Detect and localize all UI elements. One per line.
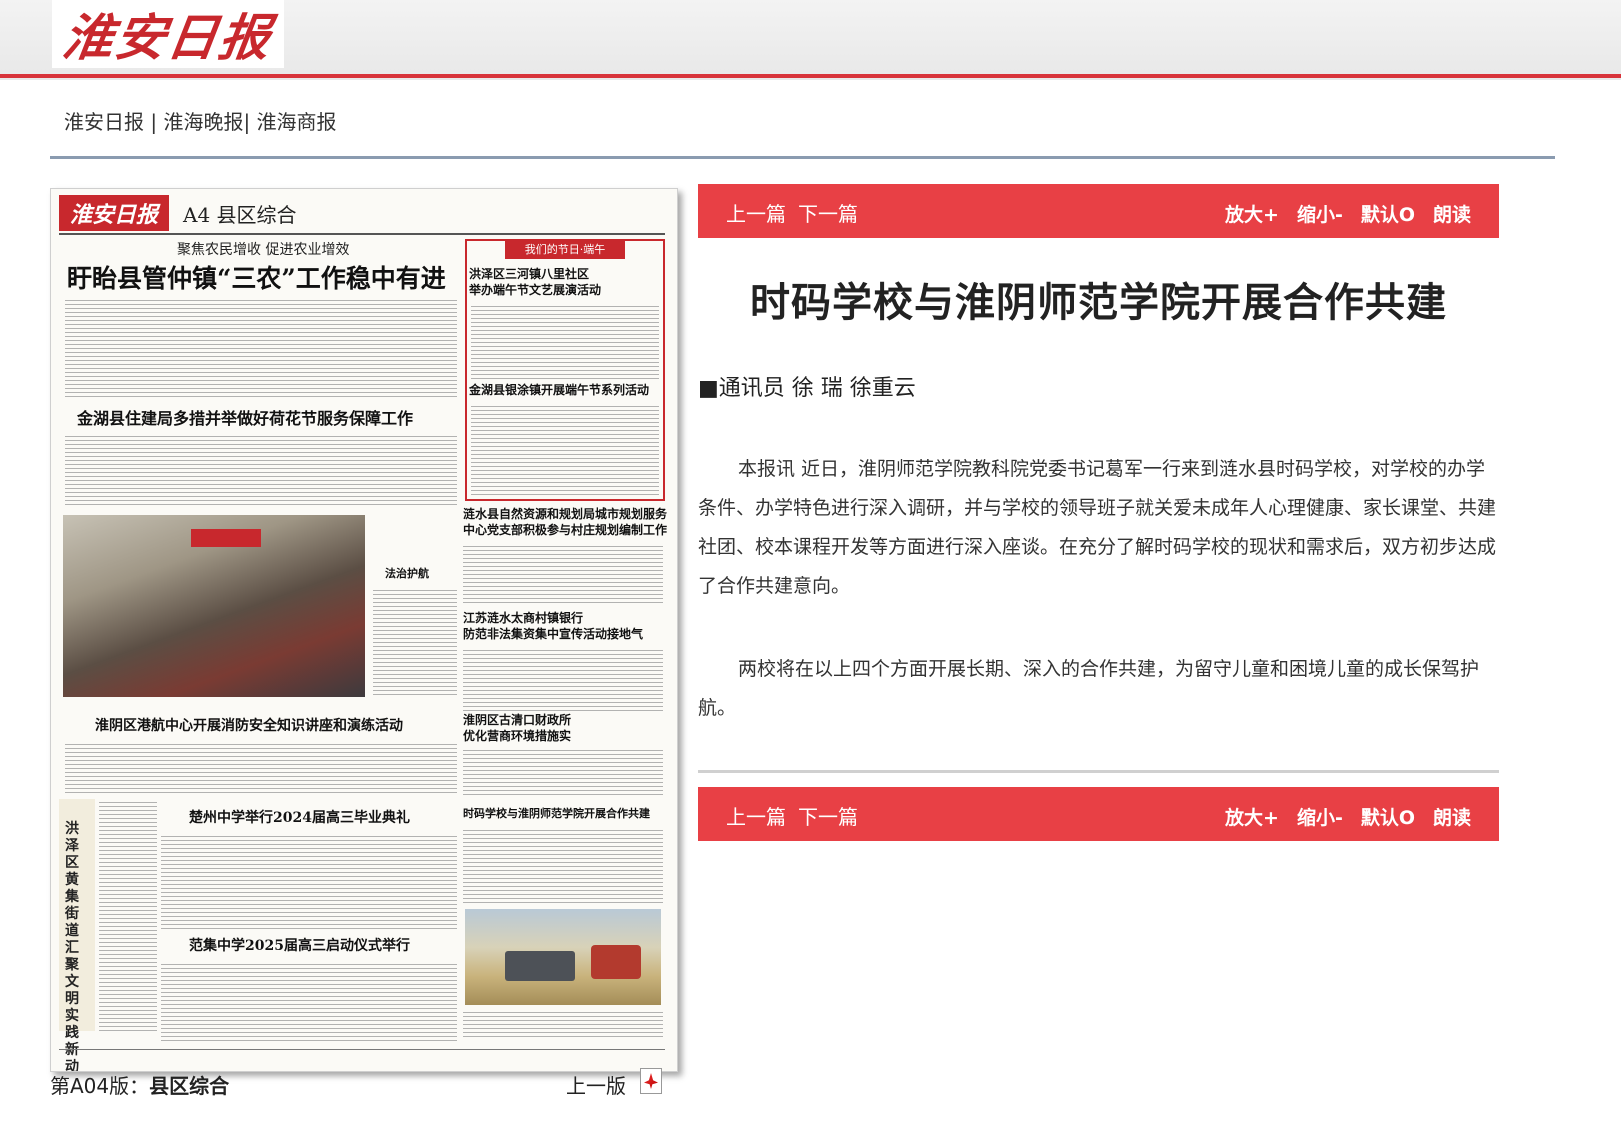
- paper-text-block: [161, 833, 457, 929]
- paper-text-block: [65, 741, 457, 793]
- default-size-button[interactable]: 默认O: [1361, 807, 1415, 829]
- article-byline: ■通讯员 徐 瑞 徐重云: [698, 376, 916, 401]
- edition-label: 第A04版：: [50, 1074, 150, 1098]
- next-article-button[interactable]: 下一篇: [798, 202, 858, 226]
- paper-text-block: [65, 433, 457, 507]
- edition-info: 第A04版：县区综合: [50, 1070, 229, 1099]
- paper-nav: 淮安日报 | 淮海晚报| 淮海商报: [64, 106, 337, 135]
- prev-article-button[interactable]: 上一篇: [726, 805, 786, 829]
- article-divider: [698, 770, 1499, 773]
- header-red-rule: [0, 74, 1621, 78]
- prev-article-button[interactable]: 上一篇: [726, 202, 786, 226]
- paper-text-block: [99, 799, 157, 1031]
- paper-lead-headline[interactable]: 盱眙县管仲镇“三农”工作稳中有进: [67, 259, 446, 295]
- paper-text-block: [471, 403, 659, 495]
- paper-text-block: [373, 587, 457, 695]
- vertical-headline[interactable]: 洪泽区黄集街道汇聚文明实践新动能: [65, 821, 85, 1071]
- zoom-out-button[interactable]: 缩小-: [1297, 807, 1343, 829]
- nav-link-huaian-daily[interactable]: 淮安日报: [64, 110, 144, 134]
- article-pager: 上一篇 下一篇: [726, 801, 870, 830]
- paper-headline[interactable]: 淮阴区古清口财政所: [463, 711, 571, 728]
- reading-tools: 放大+ 缩小- 默认O 朗读: [1207, 803, 1471, 830]
- nav-separator: |: [144, 110, 164, 134]
- classroom-photo: [63, 515, 365, 697]
- edition-name: 县区综合: [149, 1074, 230, 1098]
- farm-tractor-photo: [465, 909, 661, 1005]
- tractor-shape: [591, 945, 641, 979]
- read-aloud-button[interactable]: 朗读: [1433, 807, 1471, 829]
- next-article-button[interactable]: 下一篇: [798, 805, 858, 829]
- paper-text-block: [463, 647, 663, 713]
- article-toolbar-top: 上一篇 下一篇 放大+ 缩小- 默认O 朗读: [698, 184, 1499, 238]
- paper-headline[interactable]: 楚州中学举行2024届高三毕业典礼: [189, 807, 410, 827]
- paper-headline[interactable]: 范集中学2025届高三启动仪式举行: [189, 935, 410, 955]
- paper-headline[interactable]: 时码学校与淮阴师范学院开展合作共建: [463, 805, 650, 821]
- paper-headline[interactable]: 优化营商环境措施实: [463, 727, 571, 744]
- zoom-out-button[interactable]: 缩小-: [1297, 204, 1343, 226]
- logo-text: 淮安日报: [59, 8, 276, 67]
- site-logo[interactable]: 淮安日报: [52, 0, 284, 68]
- paper-text-block: [463, 827, 663, 905]
- article-paragraph: 两校将在以上四个方面开展长期、深入的合作共建，为留守儿童和困境儿童的成长保驾护航…: [698, 658, 1480, 719]
- baler-shape: [505, 951, 575, 981]
- nav-link-huaihai-evening[interactable]: 淮海晚报: [163, 110, 243, 134]
- paper-headline[interactable]: 江苏涟水太商村镇银行: [463, 609, 583, 626]
- paper-text-block: [463, 747, 663, 797]
- reading-tools: 放大+ 缩小- 默认O 朗读: [1207, 200, 1471, 227]
- paper-text-block: [471, 303, 659, 379]
- paper-text-block: [463, 1009, 663, 1039]
- prev-page-link[interactable]: 上一版: [566, 1070, 626, 1099]
- paper-kicker: 聚焦农民增收 促进农业增效: [177, 242, 350, 258]
- paper-footer-rule: [59, 1049, 665, 1050]
- paper-headline[interactable]: 防范非法集资集中宣传活动接地气: [463, 625, 643, 642]
- article-pager: 上一篇 下一篇: [726, 198, 870, 227]
- article-title: 时码学校与淮阴师范学院开展合作共建: [750, 280, 1447, 326]
- zoom-in-button[interactable]: 放大+: [1225, 204, 1279, 226]
- pdf-icon[interactable]: [640, 1068, 662, 1094]
- nav-divider: [50, 156, 1555, 159]
- paper-text-block: [65, 297, 457, 397]
- paper-headline[interactable]: 举办端午节文艺展演活动: [469, 281, 601, 298]
- photo-banner: [191, 529, 261, 547]
- paper-top-rule: [59, 233, 665, 235]
- site-header: 淮安日报: [0, 0, 1621, 80]
- paper-masthead: 淮安日报: [59, 195, 169, 231]
- paper-section-title: A4 县区综合: [183, 203, 297, 227]
- paper-headline[interactable]: 涟水县自然资源和规划局城市规划服务: [463, 505, 667, 522]
- nav-link-huaihai-business[interactable]: 淮海商报: [257, 110, 337, 134]
- newspaper-page-image[interactable]: 淮安日报 A4 县区综合 聚焦农民增收 促进农业增效 盱眙县管仲镇“三农”工作稳…: [50, 188, 678, 1072]
- read-aloud-button[interactable]: 朗读: [1433, 204, 1471, 226]
- paper-headline[interactable]: 洪泽区三河镇八里社区: [469, 265, 589, 282]
- paper-headline[interactable]: 淮阴区港航中心开展消防安全知识讲座和演练活动: [95, 715, 403, 735]
- paper-headline[interactable]: 法治护航: [385, 565, 429, 581]
- paper-headline[interactable]: 中心党支部积极参与村庄规划编制工作: [463, 521, 667, 538]
- article-paragraph: 本报讯 近日，淮阴师范学院教科院党委书记葛军一行来到涟水县时码学校，对学校的办学…: [698, 458, 1497, 597]
- nav-separator: |: [243, 110, 257, 134]
- default-size-button[interactable]: 默认O: [1361, 204, 1415, 226]
- festival-box-tag: 我们的节日·端午: [505, 241, 625, 259]
- paper-text-block: [161, 961, 457, 1041]
- article-toolbar-bottom: 上一篇 下一篇 放大+ 缩小- 默认O 朗读: [698, 787, 1499, 841]
- paper-headline[interactable]: 金湖县银涂镇开展端午节系列活动: [469, 381, 649, 398]
- paper-text-block: [463, 543, 663, 605]
- paper-headline[interactable]: 金湖县住建局多措并举做好荷花节服务保障工作: [77, 405, 413, 429]
- zoom-in-button[interactable]: 放大+: [1225, 807, 1279, 829]
